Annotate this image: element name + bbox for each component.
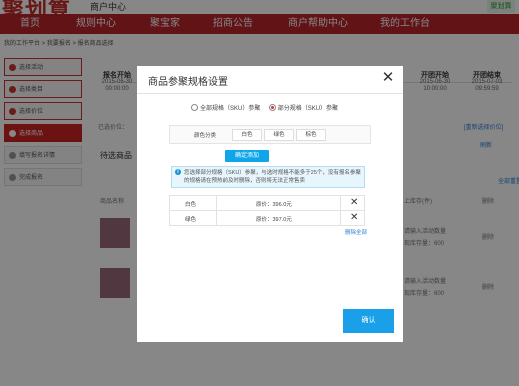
delete-row-icon[interactable]: ✕ xyxy=(350,212,358,223)
delete-row-icon[interactable]: ✕ xyxy=(350,197,358,208)
delete-all-link[interactable]: 删除全部 xyxy=(345,228,367,236)
sku-price: 原价：396.0元 xyxy=(256,202,292,208)
confirm-add-button[interactable]: 确定添加 xyxy=(225,150,269,162)
sku-table: 白色 原价：396.0元 ✕ 绿色 原价：397.0元 ✕ xyxy=(169,195,365,226)
dialog-header: 商品参聚规格设置 ✕ xyxy=(137,66,403,94)
sku-row: 白色 原价：396.0元 ✕ xyxy=(169,195,365,211)
spec-selector: 颜色分类 白色 绿色 棕色 xyxy=(169,125,371,144)
sku-notice: i 您选择部分规格（SKU）参聚，与选时规格不能多于25个，没有报名参聚的规格请… xyxy=(171,166,365,188)
sku-mode-options: 全部规格（SKU）参聚 部分规格（SKU）参聚 xyxy=(191,103,338,112)
radio-off-icon xyxy=(191,103,198,111)
confirm-button[interactable]: 确认 xyxy=(343,309,394,333)
radio-partial-sku[interactable]: 部分规格（SKU）参聚 xyxy=(268,103,338,112)
chip-brown[interactable]: 棕色 xyxy=(296,129,326,141)
radio-on-icon xyxy=(268,103,276,111)
sku-settings-dialog: 商品参聚规格设置 ✕ 全部规格（SKU）参聚 部分规格（SKU）参聚 颜色分类 … xyxy=(137,66,403,342)
spec-label: 颜色分类 xyxy=(194,133,217,139)
radio-all-sku[interactable]: 全部规格（SKU）参聚 xyxy=(191,103,260,112)
close-icon[interactable]: ✕ xyxy=(381,70,395,85)
chip-white[interactable]: 白色 xyxy=(232,129,262,141)
dialog-title: 商品参聚规格设置 xyxy=(148,77,228,88)
chip-green[interactable]: 绿色 xyxy=(264,129,294,141)
notice-text: 您选择部分规格（SKU）参聚，与选时规格不能多于25个，没有报名参聚的规格请在预… xyxy=(184,170,361,184)
sku-color: 白色 xyxy=(185,202,197,208)
info-icon: i xyxy=(175,169,181,175)
sku-row: 绿色 原价：397.0元 ✕ xyxy=(169,211,365,226)
sku-price: 原价：397.0元 xyxy=(256,217,292,223)
sku-color: 绿色 xyxy=(185,217,197,223)
